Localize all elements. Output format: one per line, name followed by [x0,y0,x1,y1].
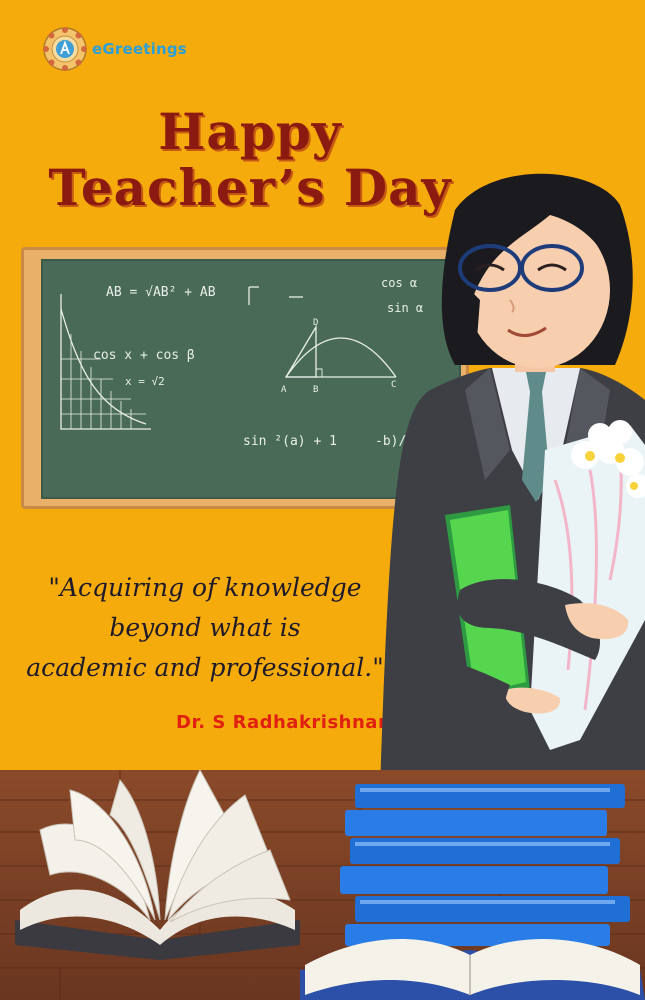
formula-x: x = √2 [125,375,165,388]
quote-line-1: "Acquiring of knowledge [48,573,362,602]
mandala-icon [43,27,87,71]
teacher-illustration [380,173,645,790]
point-b: B [313,385,318,395]
quote-line-3: academic and professional." [26,653,384,682]
greeting-card: eGreetings Happy Teacher’s Day AB = √AB²… [0,0,645,1000]
quote-author: Dr. S Radhakrishnan [176,712,392,733]
point-d: D [313,318,318,328]
point-a: A [281,385,287,395]
formula-ab: AB = √AB² + AB [106,285,216,300]
formula-cosx: cos x + cos β [93,348,195,363]
brand-logo[interactable]: eGreetings [42,26,187,72]
brand-name: eGreetings [92,40,187,58]
quote-block: "Acquiring of knowledge beyond what is a… [20,568,390,688]
quote-line-2: beyond what is [109,613,301,642]
desk-with-books [0,770,645,1000]
formula-sin2: sin ²(a) + 1 [243,434,337,449]
